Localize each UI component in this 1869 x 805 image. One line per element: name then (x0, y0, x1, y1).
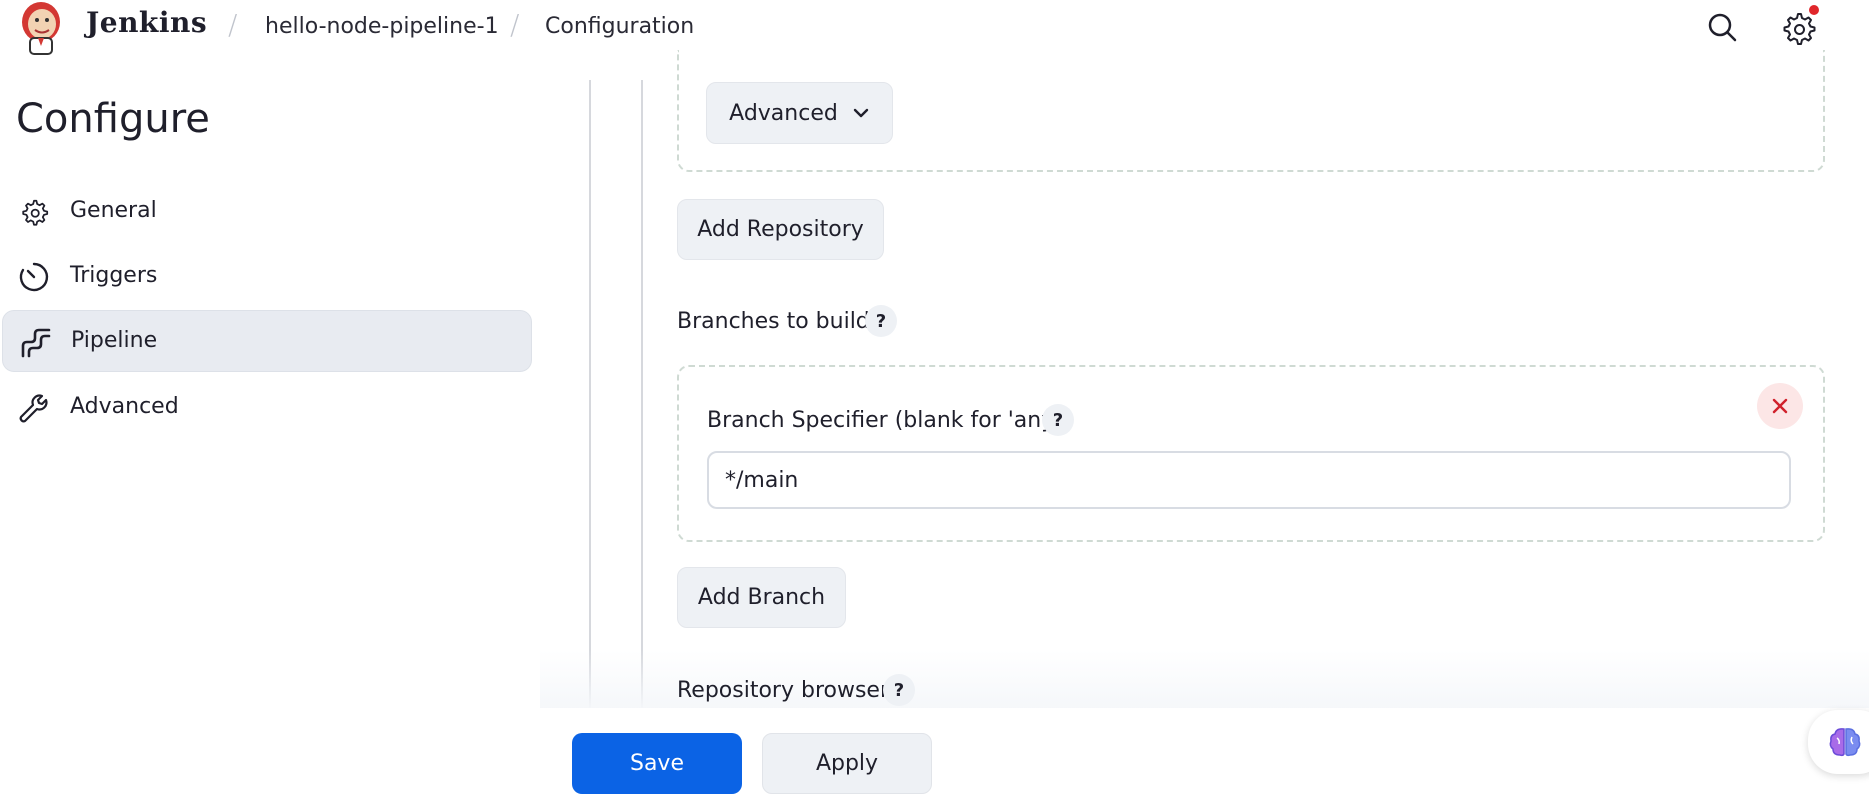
page-title: Configure (16, 96, 210, 142)
advanced-dropdown-button[interactable]: Advanced (706, 82, 893, 144)
search-icon[interactable] (1703, 8, 1743, 48)
brain-icon (1829, 728, 1861, 757)
divider (589, 80, 591, 708)
repository-browser-label: Repository browser (677, 678, 889, 703)
gear-icon (22, 199, 49, 226)
sidebar-item-label: Pipeline (71, 328, 158, 353)
add-branch-button[interactable]: Add Branch (677, 567, 846, 628)
notification-dot (1809, 5, 1819, 15)
breadcrumb-configuration[interactable]: Configuration (545, 14, 694, 39)
chevron-down-icon (853, 108, 869, 118)
sidebar-item-label: Triggers (70, 263, 158, 288)
clock-icon (19, 262, 49, 292)
sidebar-item-label: General (70, 198, 157, 223)
advanced-button-label: Advanced (729, 100, 838, 126)
sidebar-item-general[interactable]: General (2, 181, 530, 241)
breadcrumb-separator: / (228, 8, 238, 41)
sidebar-item-advanced[interactable]: Advanced (2, 377, 530, 437)
sidebar-item-label: Advanced (70, 394, 179, 419)
breadcrumb-job[interactable]: hello-node-pipeline-1 (265, 14, 499, 39)
help-icon[interactable]: ? (883, 674, 915, 706)
sidebar-item-triggers[interactable]: Triggers (2, 246, 530, 306)
close-icon (1772, 398, 1788, 414)
branch-specifier-label: Branch Specifier (blank for 'any') (707, 408, 1069, 433)
branch-specifier-input[interactable] (707, 451, 1791, 509)
help-icon[interactable]: ? (1042, 404, 1074, 436)
wrench-icon (19, 394, 48, 423)
brand-name[interactable]: Jenkins (86, 6, 207, 39)
assistant-button[interactable] (1808, 710, 1869, 774)
help-icon[interactable]: ? (865, 305, 897, 337)
apply-button[interactable]: Apply (762, 733, 932, 794)
action-bar (0, 708, 1869, 805)
branches-to-build-label: Branches to build (677, 309, 870, 334)
jenkins-logo[interactable] (18, 0, 64, 56)
save-button[interactable]: Save (572, 733, 742, 794)
sidebar-item-pipeline[interactable]: Pipeline (2, 310, 532, 372)
add-repository-button[interactable]: Add Repository (677, 199, 884, 260)
section-guide-line (641, 80, 643, 708)
breadcrumb-separator: / (510, 8, 520, 41)
pipeline-icon (21, 328, 51, 358)
delete-branch-button[interactable] (1757, 383, 1803, 429)
